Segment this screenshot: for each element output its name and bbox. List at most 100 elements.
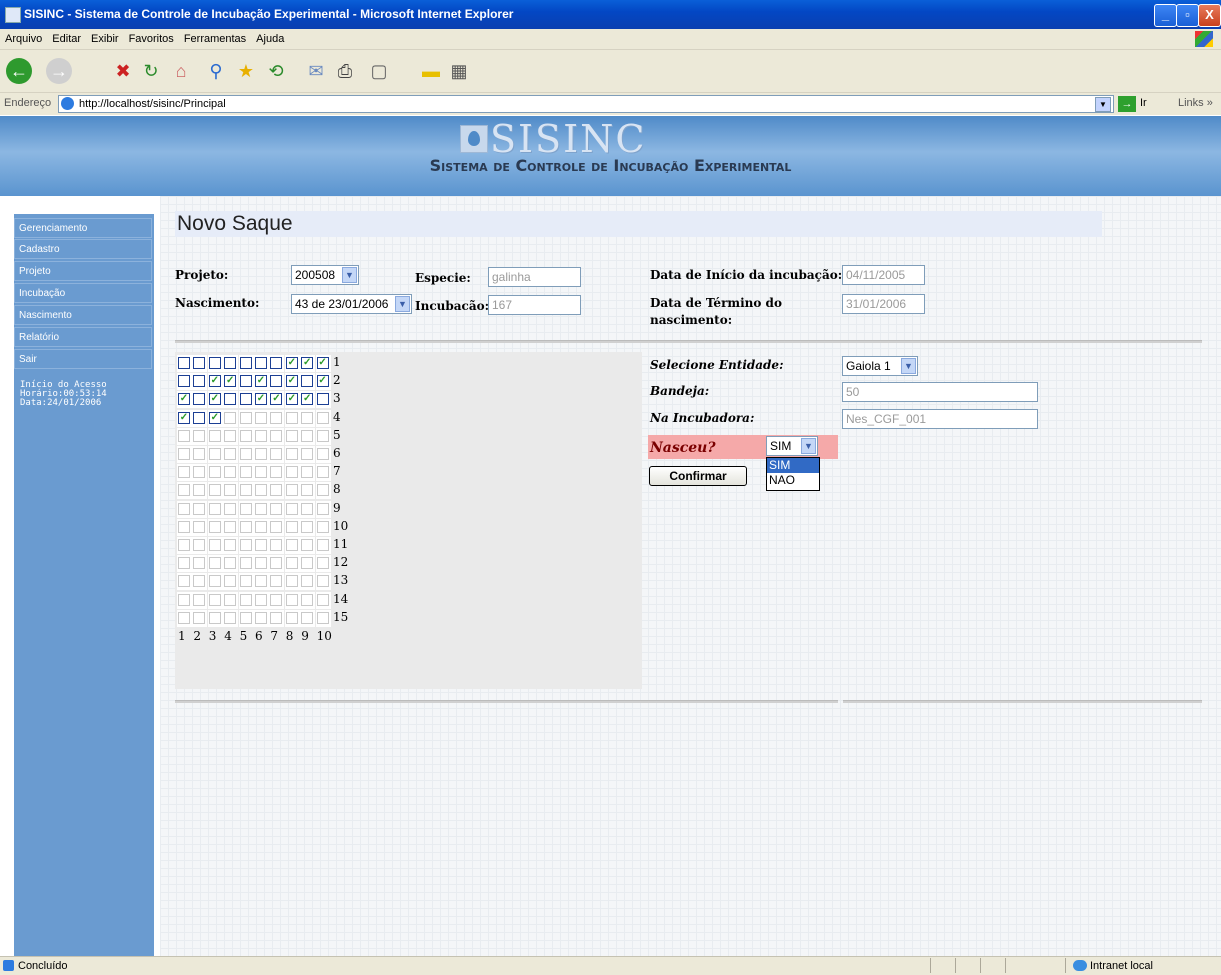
- sidebar-item-relatorio[interactable]: Relatório: [14, 327, 152, 347]
- print-icon[interactable]: ⎙: [332, 58, 358, 84]
- grid-checkbox-r4-c8: [285, 411, 298, 424]
- menu-editar[interactable]: Editar: [47, 29, 86, 49]
- entidade-select[interactable]: Gaiola 1 ▼: [842, 356, 918, 376]
- menu-favoritos[interactable]: Favoritos: [124, 29, 179, 49]
- grid-checkbox-r1-c4[interactable]: [224, 357, 237, 369]
- grid-checkbox-r7-c4: [224, 466, 237, 479]
- menu-ferramentas[interactable]: Ferramentas: [179, 29, 251, 49]
- grid-checkbox-r1-c5[interactable]: [239, 357, 252, 369]
- grid-checkbox-r3-c5[interactable]: [239, 393, 252, 406]
- grid-checkbox-r5-c8: [285, 429, 298, 442]
- grid-row-label: 11: [333, 537, 349, 551]
- grid-checkbox-r8-c2: [193, 484, 206, 497]
- grid-checkbox-r6-c6: [255, 448, 267, 460]
- grid-checkbox-r4-c3[interactable]: ✓: [208, 411, 221, 424]
- grid-checkbox-r1-c10[interactable]: ✓: [316, 357, 329, 369]
- grid-checkbox-r3-c9[interactable]: ✓: [301, 393, 314, 406]
- home-icon[interactable]: ⌂: [168, 58, 194, 84]
- sidebar-item-sair[interactable]: Sair: [14, 349, 152, 369]
- grid-checkbox-r4-c2[interactable]: [193, 411, 206, 424]
- maximize-button[interactable]: ▫: [1176, 4, 1199, 27]
- status-separator: [930, 958, 931, 973]
- grid-checkbox-r4-c7: [270, 411, 283, 424]
- sidebar-item-cadastro[interactable]: Cadastro: [14, 239, 152, 259]
- grid-checkbox-r2-c2[interactable]: [193, 375, 206, 388]
- nasceu-option-sim[interactable]: SIM: [767, 458, 819, 473]
- close-button[interactable]: X: [1198, 4, 1221, 27]
- grid-checkbox-r1-c3[interactable]: [208, 357, 221, 369]
- grid-checkbox-r1-c9[interactable]: ✓: [301, 357, 314, 369]
- grid-checkbox-r8-c3: [208, 484, 221, 497]
- grid-checkbox-r1-c8[interactable]: ✓: [285, 357, 298, 369]
- menu-arquivo[interactable]: Arquivo: [0, 29, 47, 49]
- back-icon[interactable]: ←: [6, 58, 32, 84]
- search-icon[interactable]: ⚲: [203, 58, 229, 84]
- grid-checkbox-r3-c6[interactable]: ✓: [255, 393, 267, 406]
- grid-checkbox-r5-c6: [255, 429, 267, 442]
- especie-field[interactable]: galinha: [488, 267, 581, 287]
- projeto-select[interactable]: 200508 ▼: [291, 265, 359, 285]
- sidebar-item-gerenciamento[interactable]: Gerenciamento: [14, 218, 152, 238]
- grid-checkbox-r3-c7[interactable]: ✓: [270, 393, 283, 406]
- messenger-icon[interactable]: ▦: [446, 58, 472, 84]
- grid-checkbox-r1-c6[interactable]: [255, 357, 267, 369]
- forward-icon[interactable]: →: [46, 58, 72, 84]
- grid-checkbox-r10-c9: [301, 520, 314, 533]
- grid-checkbox-r3-c1[interactable]: ✓: [178, 393, 190, 406]
- nascimento-select[interactable]: 43 de 23/01/2006 ▼: [291, 294, 412, 314]
- confirmar-button[interactable]: Confirmar: [649, 466, 747, 486]
- grid-checkbox-r2-c7[interactable]: [270, 375, 283, 388]
- grid-checkbox-r2-c10[interactable]: ✓: [316, 375, 329, 388]
- grid-checkbox-r2-c3[interactable]: ✓: [208, 375, 221, 388]
- address-input[interactable]: http://localhost/sisinc/Principal ▼: [58, 95, 1114, 113]
- incubacao-field[interactable]: 167: [488, 295, 581, 315]
- grid-checkbox-r2-c5[interactable]: [239, 375, 252, 388]
- grid-checkbox-r3-c2[interactable]: [193, 393, 206, 406]
- projeto-label: Projeto:: [175, 268, 229, 282]
- address-dropdown-icon[interactable]: ▼: [1095, 97, 1111, 112]
- minimize-button[interactable]: _: [1154, 4, 1177, 27]
- toolbar: ← → ✖ ↻ ⌂ ⚲ ★ ⟲ ✉ ⎙ ▢ ▬ ▦: [0, 50, 1221, 93]
- grid-checkbox-r2-c1[interactable]: [178, 375, 190, 388]
- mail-icon[interactable]: ✉: [303, 58, 329, 84]
- grid-checkbox-r2-c8[interactable]: ✓: [285, 375, 298, 388]
- stop-icon[interactable]: ✖: [110, 58, 136, 84]
- refresh-icon[interactable]: ↻: [138, 58, 164, 84]
- sidebar-item-incubacao[interactable]: Incubação: [14, 283, 152, 303]
- grid-checkbox-r2-c4[interactable]: ✓: [224, 375, 237, 388]
- grid-checkbox-r12-c7: [270, 557, 283, 570]
- grid-checkbox-r4-c5: [239, 411, 252, 424]
- grid-checkbox-r3-c10[interactable]: [316, 393, 329, 406]
- termino-field[interactable]: 31/01/2006: [842, 294, 925, 314]
- folder-icon[interactable]: ▬: [418, 58, 444, 84]
- grid-checkbox-r2-c6[interactable]: ✓: [255, 375, 267, 388]
- grid-checkbox-r5-c4: [224, 429, 237, 442]
- grid-checkbox-r3-c8[interactable]: ✓: [285, 393, 298, 406]
- grid-checkbox-r4-c1[interactable]: ✓: [178, 411, 190, 424]
- inicio-field[interactable]: 04/11/2005: [842, 265, 925, 285]
- bandeja-field[interactable]: 50: [842, 382, 1038, 402]
- sidebar-item-projeto[interactable]: Projeto: [14, 261, 152, 281]
- incubadora-field[interactable]: Nes_CGF_001: [842, 409, 1038, 429]
- menu-ajuda[interactable]: Ajuda: [251, 29, 289, 49]
- grid-checkbox-r1-c2[interactable]: [193, 357, 206, 369]
- go-arrow-icon[interactable]: →: [1118, 96, 1136, 112]
- favorites-icon[interactable]: ★: [233, 58, 259, 84]
- history-icon[interactable]: ⟲: [263, 58, 289, 84]
- termino-label-line2: nascimento:: [650, 313, 733, 327]
- menu-exibir[interactable]: Exibir: [86, 29, 124, 49]
- nasceu-select[interactable]: SIM ▼: [766, 436, 818, 456]
- grid-checkbox-r2-c9[interactable]: [301, 375, 314, 388]
- go-button[interactable]: Ir: [1140, 97, 1147, 109]
- grid-checkbox-r3-c3[interactable]: ✓: [208, 393, 221, 406]
- grid-checkbox-r1-c1[interactable]: [178, 357, 190, 369]
- grid-checkbox-r3-c4[interactable]: [224, 393, 237, 406]
- links-button[interactable]: Links »: [1178, 97, 1213, 109]
- grid-checkbox-r14-c8: [285, 593, 298, 606]
- grid-checkbox-r1-c7[interactable]: [270, 357, 283, 369]
- grid-checkbox-r9-c5: [239, 502, 252, 515]
- sidebar-item-nascimento[interactable]: Nascimento: [14, 305, 152, 325]
- nasceu-option-nao[interactable]: NAO: [767, 473, 819, 488]
- grid-checkbox-r15-c1: [178, 611, 190, 624]
- edit-icon[interactable]: ▢: [366, 58, 392, 84]
